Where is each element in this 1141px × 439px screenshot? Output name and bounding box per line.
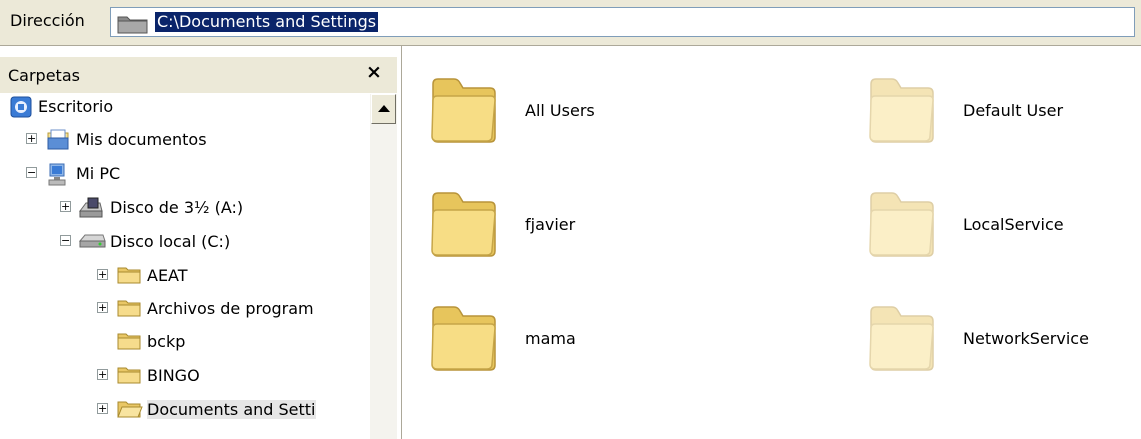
- expand-icon[interactable]: +: [97, 269, 108, 280]
- expand-icon[interactable]: +: [97, 403, 108, 414]
- address-label: Dirección: [10, 11, 85, 30]
- tree-scrollbar[interactable]: [370, 94, 397, 439]
- folders-pane-header: Carpetas ×: [0, 57, 397, 93]
- folder-icon: [117, 367, 141, 384]
- hard-drive-icon: [78, 234, 106, 248]
- my-documents-icon: [47, 129, 69, 150]
- folder-item-fjavier[interactable]: fjavier: [430, 188, 750, 268]
- tree-item-mis-documentos[interactable]: + Mis documentos: [26, 129, 356, 153]
- my-computer-icon: [48, 163, 66, 186]
- tree-item-label: Mi PC: [76, 164, 121, 183]
- folder-item-networkservice[interactable]: NetworkService: [868, 302, 1141, 382]
- file-list: All Users Default User fjavier LocalServ…: [402, 46, 1141, 439]
- tree-item-escritorio[interactable]: Escritorio: [10, 96, 350, 120]
- folder-icon: [117, 16, 148, 34]
- folder-icon: [117, 267, 141, 284]
- scroll-up-button[interactable]: [371, 94, 396, 124]
- folders-pane: Carpetas × Escritorio + Mis documentos −: [0, 46, 402, 439]
- tree-item-documents-and-settings[interactable]: + Documents and Setti: [97, 399, 370, 423]
- tree-item-label: Archivos de program: [147, 299, 314, 318]
- tree-item-mi-pc[interactable]: − Mi PC: [26, 163, 356, 187]
- folder-item-mama[interactable]: mama: [430, 302, 750, 382]
- folder-name: All Users: [525, 101, 595, 120]
- tree-item-floppy[interactable]: + Disco de 3½ (A:): [60, 197, 360, 221]
- folder-name: NetworkService: [963, 329, 1089, 348]
- folder-icon: [431, 306, 496, 371]
- folder-name: fjavier: [525, 215, 576, 234]
- tree-item-bckp[interactable]: bckp: [97, 331, 367, 355]
- tree-item-bingo[interactable]: + BINGO: [97, 365, 367, 389]
- tree-item-aeat[interactable]: + AEAT: [97, 265, 367, 289]
- tree-item-label: Mis documentos: [76, 130, 207, 149]
- folder-item-all-users[interactable]: All Users: [430, 74, 750, 154]
- folder-tree: Escritorio + Mis documentos − Mi PC + Di…: [0, 94, 370, 439]
- folder-name: mama: [525, 329, 576, 348]
- folder-icon: [431, 192, 496, 257]
- desktop-icon: [10, 96, 32, 118]
- expand-icon[interactable]: +: [26, 133, 37, 144]
- tree-item-label: Disco de 3½ (A:): [110, 198, 244, 217]
- expand-icon[interactable]: +: [60, 201, 71, 212]
- hidden-folder-icon: [869, 306, 934, 371]
- tree-item-label: bckp: [147, 332, 186, 351]
- address-bar: Dirección C:\Documents and Settings: [0, 0, 1141, 46]
- hidden-folder-icon: [869, 192, 934, 257]
- expand-icon[interactable]: +: [97, 302, 108, 313]
- folder-item-default-user[interactable]: Default User: [868, 74, 1141, 154]
- close-icon[interactable]: ×: [366, 61, 382, 83]
- address-input[interactable]: C:\Documents and Settings: [110, 7, 1135, 37]
- tree-item-label: Disco local (C:): [110, 232, 231, 251]
- folder-name: Default User: [963, 101, 1064, 120]
- tree-item-disco-local[interactable]: − Disco local (C:): [60, 231, 360, 255]
- tree-item-label: AEAT: [147, 266, 188, 285]
- hidden-folder-icon: [869, 78, 934, 143]
- collapse-icon[interactable]: −: [26, 167, 37, 178]
- address-path[interactable]: C:\Documents and Settings: [155, 12, 379, 32]
- folder-icon: [431, 78, 496, 143]
- tree-item-label: BINGO: [147, 366, 200, 385]
- folder-name: LocalService: [963, 215, 1064, 234]
- tree-item-archivos-de-programa[interactable]: + Archivos de program: [97, 298, 370, 322]
- tree-item-label: Documents and Setti: [147, 400, 316, 419]
- tree-item-label: Escritorio: [38, 97, 114, 116]
- expand-icon[interactable]: +: [97, 369, 108, 380]
- floppy-drive-icon: [79, 197, 103, 218]
- collapse-icon[interactable]: −: [60, 235, 71, 246]
- folder-item-localservice[interactable]: LocalService: [868, 188, 1141, 268]
- folders-pane-title: Carpetas: [8, 66, 80, 85]
- folder-icon: [117, 300, 141, 317]
- folder-icon: [117, 333, 141, 350]
- open-folder-icon: [117, 401, 143, 418]
